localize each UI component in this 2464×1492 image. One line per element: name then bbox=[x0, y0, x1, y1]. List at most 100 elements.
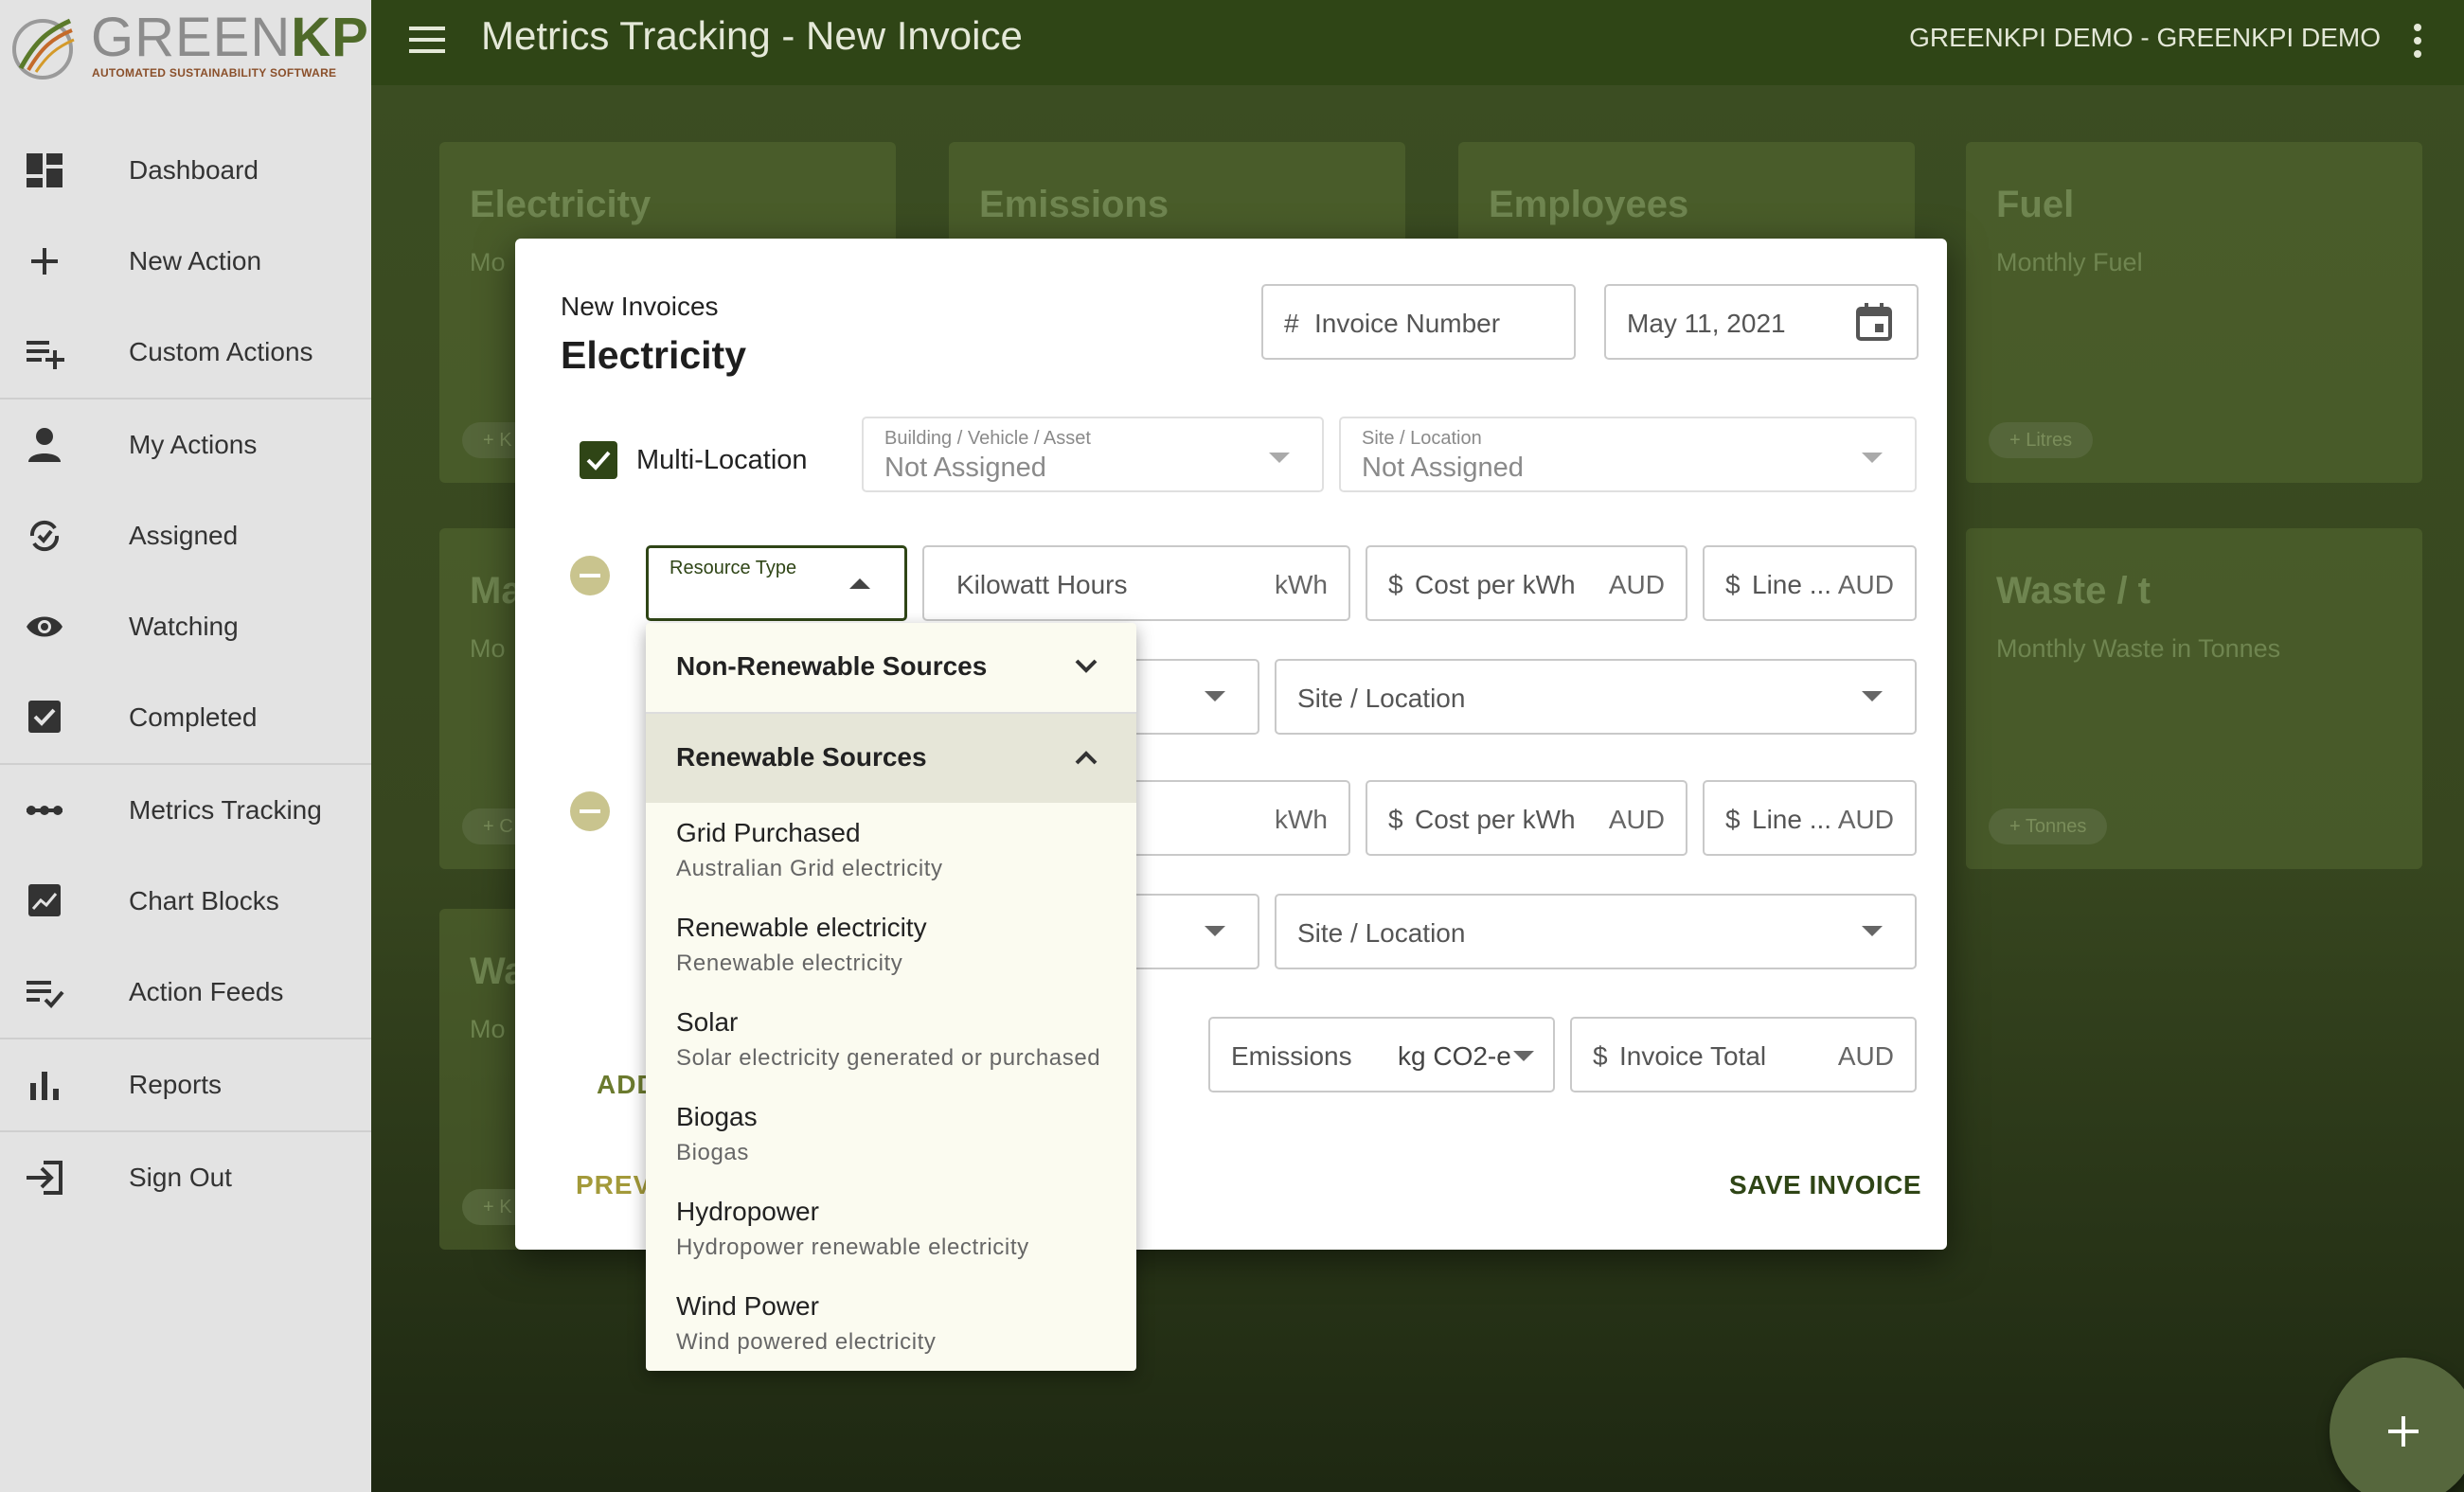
site-location-select[interactable]: Site / Location bbox=[1275, 894, 1917, 969]
cost-per-kwh-placeholder: Cost per kWh bbox=[1415, 570, 1576, 599]
aud-unit: AUD bbox=[1837, 570, 1894, 599]
sidebar-item-reports[interactable]: Reports bbox=[0, 1039, 371, 1130]
dots-line-icon bbox=[27, 806, 62, 815]
metric-card-title: Fuel bbox=[1996, 184, 2075, 225]
sidebar-item-custom-actions[interactable]: Custom Actions bbox=[0, 307, 371, 398]
checkbox-icon bbox=[28, 701, 61, 733]
aud-unit: AUD bbox=[1837, 1041, 1894, 1071]
sidebar-item-my-actions[interactable]: My Actions bbox=[0, 400, 371, 490]
sidebar-nav: Dashboard New Action Custom Actions My A… bbox=[0, 125, 371, 1223]
metric-card-title: Electricity bbox=[470, 184, 652, 225]
sidebar-item-metrics-tracking[interactable]: Metrics Tracking bbox=[0, 765, 371, 856]
sidebar-item-sign-out[interactable]: Sign Out bbox=[0, 1132, 371, 1223]
invoice-date-field[interactable]: May 11, 2021 bbox=[1604, 284, 1919, 360]
playlist-add-icon bbox=[27, 341, 64, 369]
organization-name[interactable]: GREENKPI DEMO - GREENKPI DEMO bbox=[1909, 23, 2381, 53]
hamburger-menu-icon[interactable] bbox=[409, 25, 445, 55]
invoice-number-field[interactable]: # Invoice Number bbox=[1261, 284, 1576, 360]
sidebar-item-label: Assigned bbox=[129, 521, 239, 550]
page-title: Metrics Tracking - New Invoice bbox=[481, 13, 1023, 58]
person-icon bbox=[28, 428, 61, 462]
option-grid-purchased[interactable]: Grid Purchased Australian Grid electrici… bbox=[646, 814, 1136, 909]
option-solar[interactable]: Solar Solar electricity generated or pur… bbox=[646, 1004, 1136, 1098]
option-title: Hydropower bbox=[676, 1197, 819, 1226]
dollar-prefix: $ bbox=[1593, 1041, 1608, 1071]
option-subtitle: Renewable electricity bbox=[676, 950, 903, 976]
sidebar-item-dashboard[interactable]: Dashboard bbox=[0, 125, 371, 216]
option-wind-power[interactable]: Wind Power Wind powered electricity bbox=[646, 1288, 1136, 1371]
sidebar-item-label: Chart Blocks bbox=[129, 886, 279, 915]
site-location-select-header: Site / Location Not Assigned bbox=[1339, 417, 1917, 492]
save-invoice-button[interactable]: SAVE INVOICE bbox=[1729, 1170, 1921, 1200]
option-title: Wind Power bbox=[676, 1291, 819, 1321]
building-value: Not Assigned bbox=[884, 453, 1046, 483]
sidebar-item-label: Metrics Tracking bbox=[129, 795, 322, 825]
dropdown-arrow-icon bbox=[1205, 926, 1225, 936]
multi-location-checkbox[interactable] bbox=[580, 441, 617, 479]
option-subtitle: Solar electricity generated or purchased bbox=[676, 1045, 1101, 1071]
invoice-total-field[interactable]: $ Invoice Total AUD bbox=[1570, 1017, 1917, 1092]
emissions-label: Emissions bbox=[1231, 1041, 1352, 1071]
dollar-prefix: $ bbox=[1388, 570, 1403, 599]
sidebar-item-label: Completed bbox=[129, 702, 258, 732]
eye-icon bbox=[27, 616, 62, 637]
option-hydropower[interactable]: Hydropower Hydropower renewable electric… bbox=[646, 1193, 1136, 1288]
kilowatt-hours-input[interactable]: Kilowatt Hours kWh bbox=[922, 545, 1350, 621]
dollar-prefix: $ bbox=[1725, 805, 1741, 834]
sidebar-item-action-feeds[interactable]: Action Feeds bbox=[0, 947, 371, 1038]
metric-card-chip[interactable]: + Tonnes bbox=[1989, 808, 2108, 844]
dropdown-arrow-icon bbox=[1862, 691, 1883, 702]
resource-type-dropdown: Non-Renewable Sources Renewable Sources … bbox=[646, 623, 1136, 1371]
dollar-prefix: $ bbox=[1725, 570, 1741, 599]
sidebar-item-label: New Action bbox=[129, 246, 262, 275]
invoice-number-placeholder: Invoice Number bbox=[1314, 309, 1501, 338]
sidebar-item-label: Reports bbox=[129, 1070, 223, 1099]
metric-card-title: Waste / t bbox=[1996, 570, 2151, 612]
sidebar-item-assigned[interactable]: Assigned bbox=[0, 490, 371, 581]
option-subtitle: Australian Grid electricity bbox=[676, 856, 943, 881]
sign-out-icon bbox=[27, 1161, 62, 1195]
chevron-up-icon bbox=[1075, 751, 1098, 765]
resource-type-select[interactable]: Resource Type bbox=[646, 545, 907, 621]
sidebar-item-label: Action Feeds bbox=[129, 977, 284, 1006]
remove-line-button[interactable] bbox=[570, 791, 610, 831]
chevron-down-icon bbox=[1075, 659, 1098, 673]
group-non-renewable-sources[interactable]: Non-Renewable Sources bbox=[646, 623, 1136, 712]
check-icon bbox=[586, 451, 611, 471]
sidebar-item-watching[interactable]: Watching bbox=[0, 581, 371, 672]
group-renewable-sources[interactable]: Renewable Sources bbox=[646, 714, 1136, 803]
calendar-icon[interactable] bbox=[1856, 303, 1892, 341]
metric-card-subtitle: Mo bbox=[470, 634, 506, 663]
metric-card-subtitle: Monthly Fuel bbox=[1996, 248, 2143, 276]
site-location-select[interactable]: Site / Location bbox=[1275, 659, 1917, 735]
aud-unit: AUD bbox=[1837, 805, 1894, 834]
cost-per-kwh-input[interactable]: $ Cost per kWh AUD bbox=[1366, 545, 1687, 621]
sidebar-item-label: My Actions bbox=[129, 430, 258, 459]
kwh-unit: kWh bbox=[1275, 805, 1328, 834]
metric-card-subtitle: Monthly Waste in Tonnes bbox=[1996, 634, 2281, 663]
dashboard-icon bbox=[27, 153, 62, 187]
site-value: Not Assigned bbox=[1362, 453, 1524, 483]
option-biogas[interactable]: Biogas Biogas bbox=[646, 1098, 1136, 1193]
sidebar-item-label: Sign Out bbox=[129, 1163, 232, 1192]
sidebar-item-new-action[interactable]: New Action bbox=[0, 216, 371, 307]
emissions-unit-select[interactable]: kg CO2-e bbox=[1398, 1041, 1511, 1072]
brand-name: GREENKPI bbox=[91, 7, 385, 68]
dropdown-arrow-icon bbox=[1862, 926, 1883, 936]
kilowatt-hours-placeholder: Kilowatt Hours bbox=[956, 570, 1128, 599]
metric-card-title: Emissions bbox=[979, 184, 1170, 225]
emissions-field[interactable]: Emissions kg CO2-e bbox=[1208, 1017, 1555, 1092]
line-total-input[interactable]: $ Line ... AUD bbox=[1703, 780, 1917, 856]
metric-card-chip[interactable]: + Litres bbox=[1989, 422, 2094, 458]
sidebar-item-chart-blocks[interactable]: Chart Blocks bbox=[0, 856, 371, 947]
option-renewable-electricity[interactable]: Renewable electricity Renewable electric… bbox=[646, 909, 1136, 1004]
sidebar-item-completed[interactable]: Completed bbox=[0, 672, 371, 763]
metric-card[interactable]: Waste / t Monthly Waste in Tonnes + Tonn… bbox=[1966, 528, 2422, 869]
more-vert-icon[interactable] bbox=[2411, 23, 2424, 59]
cost-per-kwh-input[interactable]: $ Cost per kWh AUD bbox=[1366, 780, 1687, 856]
line-total-input[interactable]: $ Line ... AUD bbox=[1703, 545, 1917, 621]
metric-card[interactable]: Fuel Monthly Fuel + Litres bbox=[1966, 142, 2422, 483]
remove-line-button[interactable] bbox=[570, 556, 610, 595]
metric-card-title: Employees bbox=[1489, 184, 1689, 225]
list-check-icon bbox=[27, 981, 64, 1008]
